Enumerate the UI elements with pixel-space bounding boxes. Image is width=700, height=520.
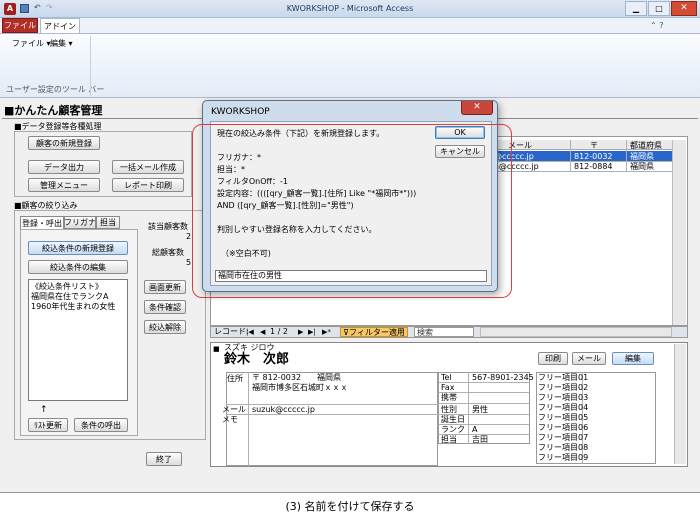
dialog-title: KWORKSHOP	[211, 107, 270, 117]
free-item-label: フリー項目08	[538, 443, 589, 452]
report-print-button[interactable]: レポート印刷	[112, 178, 184, 192]
bulk-mail-button[interactable]: 一括メール作成	[112, 160, 184, 174]
free-item-label: フリー項目02	[538, 383, 589, 392]
register-condition-button[interactable]: 絞込条件の新規登録	[28, 241, 128, 255]
tab-file[interactable]: ファイル	[2, 18, 38, 33]
contact-divider	[438, 414, 530, 415]
search-box[interactable]: 検索	[414, 327, 474, 337]
edit-button[interactable]: 編集	[612, 352, 654, 365]
next-record-button[interactable]: ▶	[298, 327, 303, 337]
memo-label: メモ	[222, 415, 238, 424]
figure-caption: (3) 名前を付けて保存する	[285, 500, 415, 513]
condition-list-label: 《絞込条件リスト》	[31, 282, 103, 291]
detail-scrollbar[interactable]	[674, 344, 686, 464]
screen-update-button[interactable]: 画面更新	[144, 280, 186, 294]
staff-value: 吉田	[472, 435, 488, 444]
ribbon-group-divider	[90, 36, 91, 96]
free-item-label: フリー項目09	[538, 453, 589, 462]
menu-edit[interactable]: 編集 ▾	[50, 39, 73, 49]
grid-line	[490, 171, 672, 172]
contact-divider	[438, 382, 530, 383]
ribbon: ファイル アドイン ファイル ▾ 編集 ▾ ユーザー設定のツール バー ⌃ ?	[0, 18, 700, 98]
total-label: 総顧客数	[152, 248, 184, 257]
ribbon-collapse-icon[interactable]: ⌃ ?	[650, 21, 664, 31]
grid-line	[570, 140, 571, 172]
contact-divider	[438, 424, 530, 425]
label-column-divider	[248, 372, 249, 466]
address-label: 住所	[227, 374, 243, 383]
tab-staff[interactable]: 担当	[96, 216, 120, 229]
row2-pref: 福岡県	[630, 162, 654, 171]
free-item-label: フリー項目05	[538, 413, 589, 422]
row2-zip: 812-0884	[574, 162, 613, 171]
ribbon-body: ファイル ▾ 編集 ▾ ユーザー設定のツール バー ⌃ ?	[0, 21, 700, 97]
new-customer-button[interactable]: 顧客の新規登録	[28, 136, 100, 150]
title-bar: A ↶ ↷ KWORKSHOP - Microsoft Access ▁ □ ✕	[0, 0, 700, 18]
call-condition-button[interactable]: 条件の呼出	[74, 418, 128, 432]
grid-vertical-scrollbar[interactable]	[672, 140, 686, 325]
mail-divider	[226, 414, 438, 415]
form-title: ■かんたん顧客管理	[4, 104, 103, 117]
highlight-outline	[192, 124, 512, 298]
column-header-zip[interactable]: 〒	[590, 141, 598, 150]
prev-record-button[interactable]: ◀	[260, 327, 265, 337]
print-button[interactable]: 印刷	[538, 352, 568, 365]
mobile-label: 携帯	[441, 393, 457, 402]
new-record-button[interactable]: ▶*	[322, 327, 331, 337]
mail-button[interactable]: メール	[572, 352, 606, 365]
menu-file[interactable]: ファイル ▾	[12, 39, 51, 49]
address-line2: 福岡市博多区石城町ｘｘｘ	[252, 383, 348, 392]
horizontal-scrollbar[interactable]	[480, 327, 672, 337]
row1-pref: 福岡県	[630, 152, 654, 161]
data-output-button[interactable]: データ出力	[28, 160, 100, 174]
customer-name: 鈴木 次郎	[224, 352, 290, 367]
maximize-button[interactable]: □	[648, 1, 670, 16]
total-value: 5	[186, 258, 192, 267]
edit-condition-button[interactable]: 絞込条件の編集	[28, 260, 128, 274]
address-line1: 〒 812-0032 福岡県	[252, 373, 342, 382]
column-header-pref[interactable]: 都道府県	[630, 141, 662, 150]
filter-clear-button[interactable]: 絞込解除	[144, 320, 186, 334]
free-item-label: フリー項目01	[538, 373, 589, 382]
grid-line	[490, 161, 672, 162]
record-label: レコード:	[214, 327, 249, 336]
tab-addin[interactable]: アドイン	[40, 18, 80, 33]
record-marker-icon: ■	[213, 345, 220, 353]
condition-item[interactable]: 福岡県在住でランクA	[31, 292, 108, 302]
contact-divider	[438, 392, 530, 393]
first-record-button[interactable]: |◀	[246, 327, 254, 337]
condition-check-button[interactable]: 条件確認	[144, 300, 186, 314]
hits-value: 2	[186, 232, 192, 241]
record-position[interactable]: 1 / 2	[270, 327, 288, 337]
condition-item[interactable]: 1960年代生まれの女性	[31, 302, 115, 312]
close-form-button[interactable]: 終了	[146, 452, 182, 466]
free-item-label: フリー項目07	[538, 433, 589, 442]
filter-applied-button[interactable]: ⊽フィルター適用	[340, 327, 408, 337]
minimize-button[interactable]: ▁	[625, 1, 647, 16]
hits-label: 該当顧客数	[148, 222, 188, 231]
dialog-close-button[interactable]: ✕	[461, 101, 493, 115]
grid-line	[626, 140, 627, 172]
close-button[interactable]: ✕	[671, 1, 697, 16]
row1-zip: 812-0032	[574, 152, 613, 161]
condition-list[interactable]: 《絞込条件リスト》 福岡県在住でランクA 1960年代生まれの女性	[28, 279, 128, 401]
tab-register-call[interactable]: 登録・呼出	[20, 216, 64, 229]
free-item-label: フリー項目04	[538, 403, 589, 412]
contact-divider	[438, 434, 530, 435]
window-title: KWORKSHOP - Microsoft Access	[286, 4, 414, 13]
last-record-button[interactable]: ▶|	[308, 327, 316, 337]
free-item-label: フリー項目03	[538, 393, 589, 402]
staff-label: 担当	[441, 435, 457, 444]
tab-furigana[interactable]: フリガナ	[64, 216, 96, 229]
up-arrow-icon: ↑	[40, 405, 48, 415]
contact-divider	[438, 403, 530, 404]
free-item-label: フリー項目06	[538, 423, 589, 432]
list-update-button[interactable]: ﾘｽﾄ更新	[28, 418, 68, 432]
admin-menu-button[interactable]: 管理メニュー	[28, 178, 100, 192]
